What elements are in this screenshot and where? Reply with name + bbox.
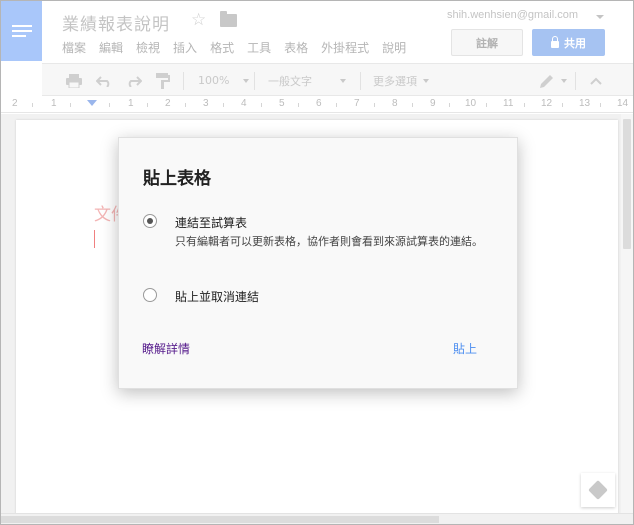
app-header: 業績報表說明 ☆ 檔案 編輯 檢視 插入 格式 工具 表格 外掛程式 說明 sh… bbox=[1, 1, 633, 61]
ruler-tick bbox=[109, 103, 110, 107]
ruler-label: 5 bbox=[279, 98, 285, 109]
ruler-tick bbox=[562, 103, 563, 107]
ruler-label: 8 bbox=[392, 98, 398, 109]
ruler-label: 2 bbox=[12, 98, 18, 109]
ruler-label: 4 bbox=[241, 98, 247, 109]
share-button-label: 共用 bbox=[564, 36, 586, 50]
vertical-scrollbar-thumb[interactable] bbox=[623, 119, 631, 249]
menu-table[interactable]: 表格 bbox=[284, 39, 308, 56]
lock-icon bbox=[551, 36, 559, 48]
redo-icon[interactable] bbox=[126, 64, 142, 97]
learn-more-link[interactable]: 瞭解詳情 bbox=[142, 340, 190, 357]
document-title[interactable]: 業績報表說明 bbox=[62, 10, 170, 35]
dialog-title: 貼上表格 bbox=[143, 169, 211, 189]
paste-table-dialog: 貼上表格 連結至試算表 只有編輯者可以更新表格，協作者則會看到來源試算表的連結。… bbox=[118, 137, 518, 389]
chevron-down-icon bbox=[423, 78, 429, 83]
ruler-tick bbox=[185, 103, 186, 107]
menu-bar: 檔案 編輯 檢視 插入 格式 工具 表格 外掛程式 說明 bbox=[62, 39, 419, 56]
ruler-label: 13 bbox=[579, 98, 591, 109]
ruler-tick bbox=[486, 103, 487, 107]
ruler-tick bbox=[261, 103, 262, 107]
ruler-tick bbox=[412, 103, 413, 107]
ruler-tick bbox=[32, 103, 33, 107]
paragraph-style-value: 一般文字 bbox=[268, 74, 312, 88]
undo-icon[interactable] bbox=[96, 64, 112, 97]
account-dropdown-icon[interactable] bbox=[596, 15, 604, 19]
text-cursor bbox=[94, 230, 95, 248]
ruler-label: 7 bbox=[354, 98, 360, 109]
ruler-tick bbox=[298, 103, 299, 107]
comments-button[interactable]: 註解 bbox=[451, 29, 523, 56]
more-options-label: 更多選項 bbox=[373, 74, 417, 88]
horizontal-scrollbar-thumb[interactable] bbox=[1, 516, 439, 523]
menu-addons[interactable]: 外掛程式 bbox=[321, 39, 369, 56]
collapse-toolbar-icon[interactable] bbox=[590, 64, 602, 97]
print-icon[interactable] bbox=[66, 64, 82, 97]
toolbar-divider bbox=[360, 72, 361, 90]
ruler-tick bbox=[449, 103, 450, 107]
docs-home-icon[interactable] bbox=[1, 1, 42, 61]
explore-button[interactable] bbox=[581, 473, 615, 507]
chevron-down-icon bbox=[340, 78, 346, 83]
ruler-tick bbox=[223, 103, 224, 107]
paint-format-icon[interactable] bbox=[156, 64, 170, 97]
horizontal-scrollbar[interactable] bbox=[1, 513, 633, 524]
chevron-down-icon bbox=[243, 78, 250, 83]
ruler-tick bbox=[70, 103, 71, 107]
ruler-label: 12 bbox=[541, 98, 553, 109]
paste-unlinked-radio[interactable] bbox=[143, 288, 157, 302]
ruler-label: 9 bbox=[430, 98, 436, 109]
menu-insert[interactable]: 插入 bbox=[173, 39, 197, 56]
ruler-label: 1 bbox=[51, 98, 57, 109]
toolbar-divider bbox=[575, 72, 576, 90]
ruler-label: 10 bbox=[465, 98, 477, 109]
ruler-tick bbox=[524, 103, 525, 107]
editing-mode-icon[interactable] bbox=[539, 64, 567, 97]
menu-view[interactable]: 檢視 bbox=[136, 39, 160, 56]
explore-icon bbox=[588, 480, 608, 500]
menu-help[interactable]: 說明 bbox=[382, 39, 406, 56]
horizontal-ruler[interactable]: 2 1 1 2 3 4 5 6 7 8 9 10 11 12 13 14 bbox=[1, 97, 633, 113]
indent-marker-icon[interactable] bbox=[87, 100, 97, 106]
star-icon[interactable]: ☆ bbox=[191, 10, 206, 30]
chevron-down-icon bbox=[561, 78, 567, 83]
toolbar: 100% 一般文字 更多選項 bbox=[42, 63, 633, 96]
ruler-tick bbox=[600, 103, 601, 107]
menu-tools[interactable]: 工具 bbox=[247, 39, 271, 56]
paragraph-style-select[interactable]: 一般文字 bbox=[268, 64, 346, 97]
ruler-label: 14 bbox=[617, 98, 629, 109]
paste-unlinked-label[interactable]: 貼上並取消連結 bbox=[175, 288, 259, 305]
more-options-menu[interactable]: 更多選項 bbox=[373, 64, 429, 97]
ruler-label: 3 bbox=[203, 98, 209, 109]
ruler-tick bbox=[336, 103, 337, 107]
share-button[interactable]: 共用 bbox=[532, 29, 605, 56]
toolbar-divider bbox=[183, 72, 184, 90]
paste-button[interactable]: 貼上 bbox=[453, 340, 477, 357]
folder-icon[interactable] bbox=[220, 11, 237, 27]
ruler-label: 2 bbox=[165, 98, 171, 109]
zoom-select[interactable]: 100% bbox=[198, 64, 250, 97]
ruler-label: 6 bbox=[316, 98, 322, 109]
account-email[interactable]: shih.wenhsien@gmail.com bbox=[447, 9, 578, 21]
menu-edit[interactable]: 編輯 bbox=[99, 39, 123, 56]
ruler-tick bbox=[374, 103, 375, 107]
link-to-spreadsheet-label[interactable]: 連結至試算表 bbox=[175, 214, 247, 231]
comments-button-label: 註解 bbox=[476, 36, 498, 50]
vertical-scrollbar[interactable] bbox=[621, 114, 633, 515]
toolbar-divider bbox=[254, 72, 255, 90]
link-to-spreadsheet-radio[interactable] bbox=[143, 214, 157, 228]
ruler-tick bbox=[147, 103, 148, 107]
link-to-spreadsheet-description: 只有編輯者可以更新表格，協作者則會看到來源試算表的連結。 bbox=[175, 235, 483, 248]
ruler-label: 1 bbox=[128, 98, 134, 109]
menu-file[interactable]: 檔案 bbox=[62, 39, 86, 56]
ruler-label: 11 bbox=[503, 98, 514, 109]
zoom-value: 100% bbox=[198, 74, 230, 87]
menu-format[interactable]: 格式 bbox=[210, 39, 234, 56]
